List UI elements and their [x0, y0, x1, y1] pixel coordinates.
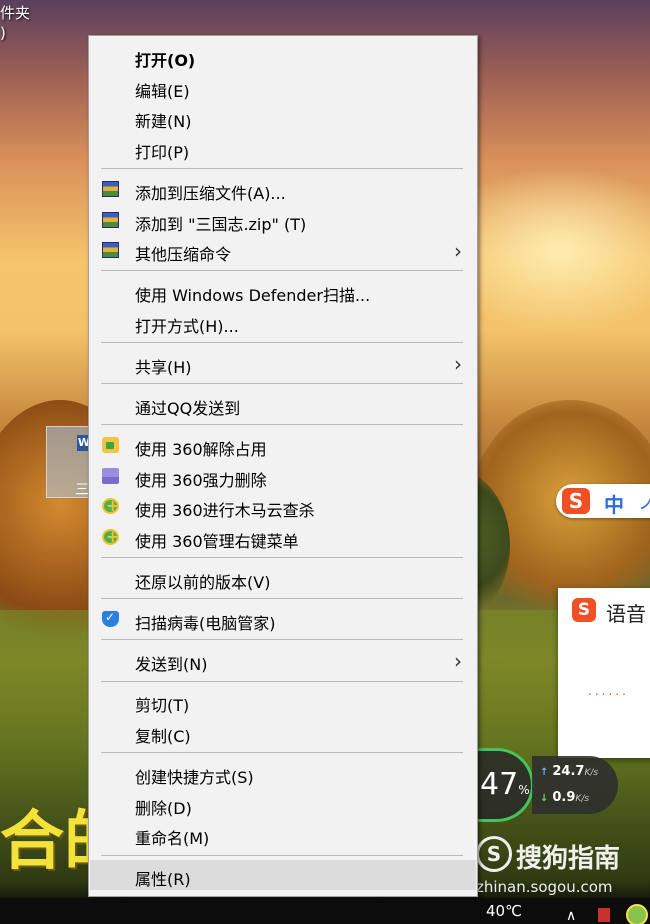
360-unlock-icon — [102, 437, 119, 454]
upload-arrow-icon: ↑ — [540, 767, 549, 778]
menu-item-label: 打开方式(H)... — [135, 316, 239, 336]
sogou-voice-logo-icon: S — [572, 598, 596, 622]
menu-item[interactable]: 删除(D) — [90, 789, 476, 819]
menu-item[interactable]: 剪切(T) — [90, 686, 476, 716]
menu-item[interactable]: 打开(O) — [90, 41, 476, 71]
download-speed: ↓ 0.9K/s — [540, 790, 590, 805]
menu-item[interactable]: 复制(C) — [90, 717, 476, 747]
menu-separator — [101, 424, 463, 426]
menu-item-label: 添加到压缩文件(A)... — [135, 183, 286, 203]
desktop-label-fragment: ) — [0, 24, 6, 42]
menu-item-label: 使用 360解除占用 — [135, 440, 267, 460]
menu-item-label: 编辑(E) — [135, 81, 190, 101]
menu-item-label: 其他压缩命令 — [135, 245, 232, 265]
menu-item[interactable]: 打开方式(H)... — [90, 307, 476, 337]
360-manage-icon — [102, 527, 119, 546]
menu-item-label: 使用 360强力删除 — [135, 470, 267, 490]
tray-overflow-chevron-icon[interactable]: ∧ — [566, 908, 576, 924]
menu-item-label: 扫描病毒(电脑管家) — [135, 614, 276, 634]
menu-separator — [101, 342, 463, 344]
winrar-icon — [102, 242, 119, 259]
desktop-folder-label[interactable]: 件夹 — [0, 2, 30, 23]
selected-file-icon[interactable]: W 三 — [46, 426, 91, 498]
menu-item-label: 打印(P) — [135, 142, 190, 162]
menu-item-label: 添加到 "三国志.zip" (T) — [135, 214, 307, 234]
menu-item[interactable]: 属性(R) — [90, 860, 476, 891]
menu-item[interactable]: 扫描病毒(电脑管家) — [90, 604, 476, 634]
watermark-name: 搜狗指南 — [516, 844, 621, 874]
winrar-icon — [102, 180, 119, 197]
sogou-logo-icon[interactable]: S — [562, 488, 590, 514]
speed-panel: ↑ 24.7K/s ↓ 0.9K/s — [532, 756, 618, 814]
menu-item-label: 创建快捷方式(S) — [135, 768, 254, 787]
voice-input-popup: S 语音 ...... — [558, 588, 650, 758]
menu-item[interactable]: 使用 Windows Defender扫描... — [90, 276, 476, 306]
taskbar — [0, 898, 650, 924]
watermark-url: zhinan.sogou.com — [476, 878, 613, 896]
menu-item-label: 使用 360进行木马云查杀 — [135, 501, 315, 521]
menu-item-label: 通过QQ发送到 — [135, 399, 241, 418]
tencent-shield-icon — [102, 610, 119, 628]
menu-separator — [101, 854, 463, 856]
menu-item[interactable]: 添加到 "三国志.zip" (T) — [90, 205, 476, 235]
menu-item[interactable]: 使用 360强力删除 — [90, 461, 476, 491]
chevron-right-icon: › — [454, 351, 462, 376]
voice-popup-title: 语音 — [606, 602, 646, 626]
sogou-watermark-logo-icon: S — [476, 836, 512, 872]
menu-item[interactable]: 编辑(E) — [90, 72, 476, 102]
menu-item[interactable]: 共享(H) › — [90, 348, 476, 378]
menu-item-label: 还原以前的版本(V) — [135, 573, 271, 592]
menu-item-label: 共享(H) — [135, 357, 192, 377]
menu-item-label: 删除(D) — [135, 798, 192, 818]
menu-item[interactable]: 打印(P) — [90, 133, 476, 163]
menu-item-label: 复制(C) — [135, 726, 191, 746]
tray-360-icon[interactable] — [626, 904, 648, 924]
ime-punctuation-toggle[interactable]: ノ — [638, 489, 650, 515]
menu-item-label: 剪切(T) — [135, 696, 190, 716]
menu-separator — [101, 168, 463, 170]
voice-listening-indicator: ...... — [588, 684, 629, 698]
menu-item[interactable]: 通过QQ发送到 — [90, 389, 476, 419]
menu-item-label: 使用 360管理右键菜单 — [135, 531, 299, 551]
menu-item[interactable]: 还原以前的版本(V) — [90, 563, 476, 593]
menu-item[interactable]: 创建快捷方式(S) — [90, 758, 476, 788]
menu-separator — [101, 680, 463, 682]
tray-app-icon[interactable] — [598, 908, 610, 922]
download-arrow-icon: ↓ — [540, 793, 549, 804]
360-scan-icon — [102, 496, 119, 515]
360-shred-icon — [102, 467, 119, 484]
menu-item-label: 重命名(M) — [135, 829, 210, 849]
menu-item-label: 新建(N) — [135, 112, 192, 132]
upload-speed: ↑ 24.7K/s — [540, 764, 599, 779]
network-speed-widget[interactable]: 47% ↑ 24.7K/s ↓ 0.9K/s — [476, 748, 620, 822]
menu-item[interactable]: 其他压缩命令 › — [90, 235, 476, 265]
menu-item[interactable]: 使用 360解除占用 — [90, 430, 476, 460]
menu-item[interactable]: 新建(N) — [90, 102, 476, 132]
chevron-right-icon: › — [454, 239, 462, 264]
context-menu: 打开(O) 编辑(E) 新建(N) 打印(P) 添加到压缩文件(A)... 添加到 "三国… — [88, 35, 478, 897]
menu-item[interactable]: 发送到(N) › — [90, 645, 476, 675]
sogou-ime-toolbar[interactable]: S 中 ノ — [556, 484, 650, 518]
menu-item-label: 使用 Windows Defender扫描... — [135, 286, 371, 306]
menu-separator — [101, 270, 463, 272]
menu-separator — [101, 598, 463, 600]
cpu-temperature: 40℃ — [486, 902, 522, 920]
menu-item[interactable]: 重命名(M) — [90, 819, 476, 849]
menu-item[interactable]: 添加到压缩文件(A)... — [90, 174, 476, 204]
memory-usage-ring[interactable]: 47% — [476, 748, 534, 822]
menu-separator — [101, 752, 463, 754]
file-icon-caption: 三 — [75, 482, 89, 498]
chevron-right-icon: › — [454, 649, 462, 674]
menu-item[interactable]: 使用 360进行木马云查杀 — [90, 491, 476, 521]
memory-usage-percent: 47% — [480, 767, 530, 802]
winrar-icon — [102, 211, 119, 228]
ime-mode-toggle[interactable]: 中 — [604, 489, 624, 518]
menu-item[interactable]: 使用 360管理右键菜单 — [90, 522, 476, 552]
menu-separator — [101, 557, 463, 559]
menu-separator — [101, 383, 463, 385]
menu-separator — [101, 639, 463, 641]
menu-item-label: 属性(R) — [135, 870, 191, 890]
menu-item-label: 发送到(N) — [135, 655, 208, 675]
menu-item-label: 打开(O) — [135, 51, 196, 70]
